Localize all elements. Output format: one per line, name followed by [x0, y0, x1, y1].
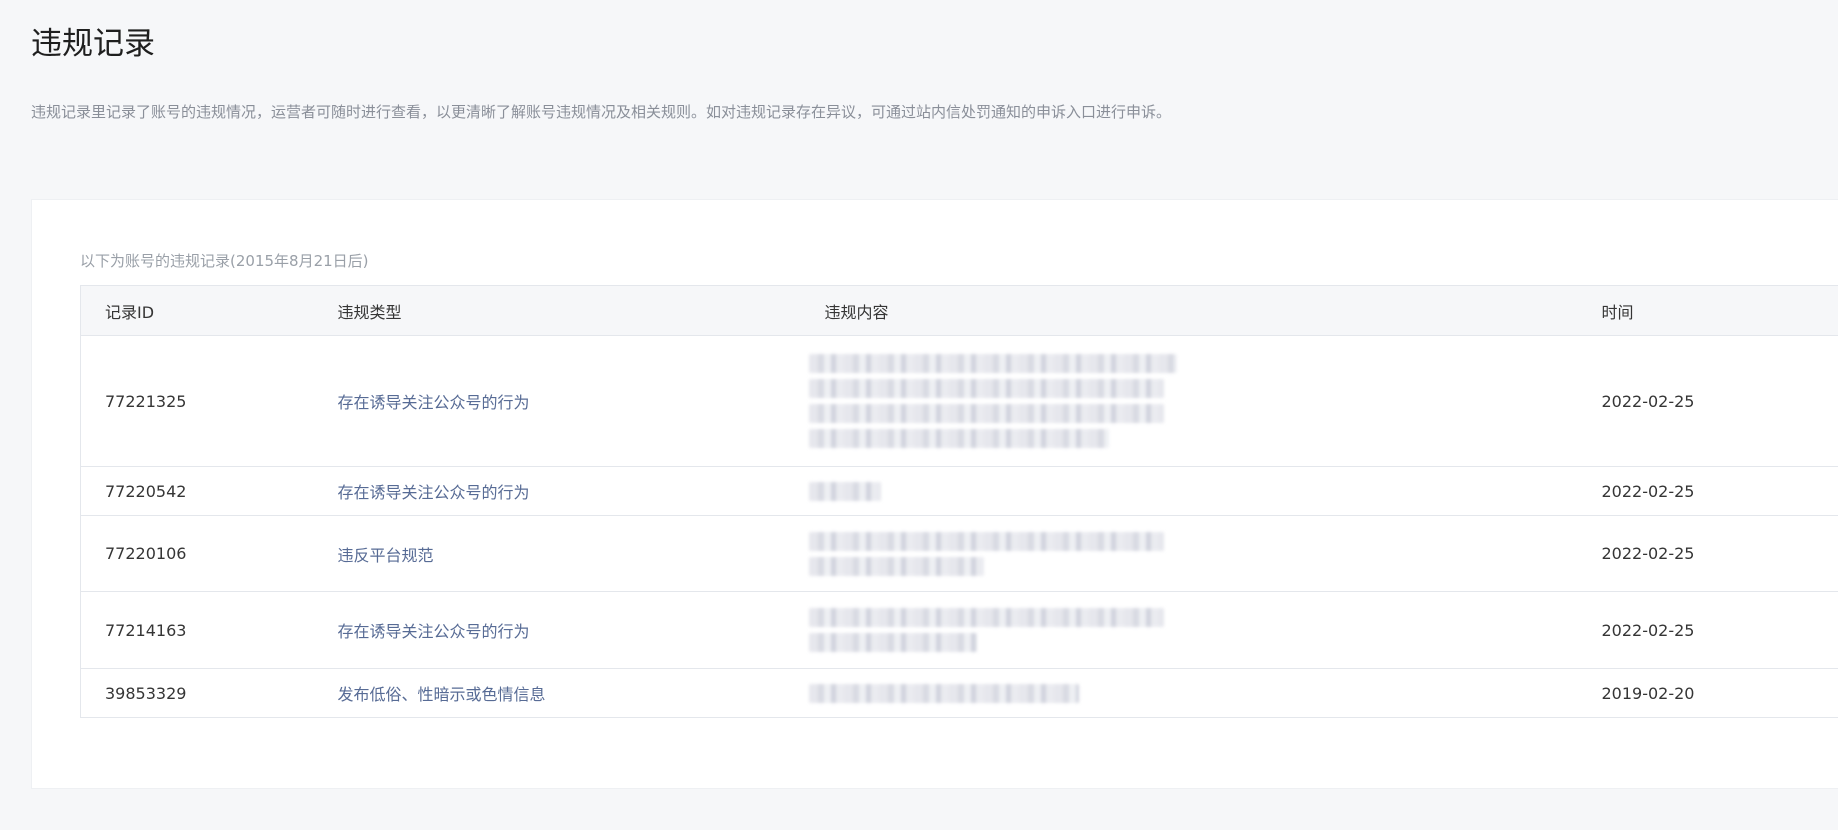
column-header-time: 时间	[1577, 285, 1838, 336]
violation-records-page: 违规记录 违规记录里记录了账号的违规情况，运营者可随时进行查看，以更清晰了解账号…	[0, 0, 1838, 830]
page-title: 违规记录	[31, 26, 155, 62]
record-id: 39853329	[80, 668, 314, 718]
record-time: 2022-02-25	[1577, 466, 1838, 516]
records-card: 以下为账号的违规记录(2015年8月21日后) 记录ID 违规类型 违规内容 时…	[31, 199, 1838, 789]
violation-type: 违反平台规范	[313, 515, 801, 592]
violation-type: 存在诱导关注公众号的行为	[313, 335, 801, 467]
table-row: 39853329 发布低俗、性暗示或色情信息 2019-02-20	[80, 668, 1838, 718]
record-id: 77214163	[80, 591, 314, 669]
table-row: 77220106 违反平台规范 2022-02-25	[80, 515, 1838, 592]
record-id: 77220106	[80, 515, 314, 592]
violation-type: 存在诱导关注公众号的行为	[313, 466, 801, 516]
record-time: 2019-02-20	[1577, 668, 1838, 718]
violation-content-redacted	[800, 466, 1578, 516]
record-id: 77221325	[80, 335, 314, 467]
table-row: 77214163 存在诱导关注公众号的行为 2022-02-25	[80, 591, 1838, 669]
record-time: 2022-02-25	[1577, 335, 1838, 467]
column-header-id: 记录ID	[80, 285, 314, 336]
record-time: 2022-02-25	[1577, 515, 1838, 592]
table-header-row: 记录ID 违规类型 违规内容 时间	[80, 285, 1838, 336]
violation-content-redacted	[800, 515, 1578, 592]
table-row: 77220542 存在诱导关注公众号的行为 2022-02-25	[80, 466, 1838, 516]
table-row: 77221325 存在诱导关注公众号的行为 2022-02-25	[80, 335, 1838, 467]
violation-type: 发布低俗、性暗示或色情信息	[313, 668, 801, 718]
violation-type: 存在诱导关注公众号的行为	[313, 591, 801, 669]
table-caption: 以下为账号的违规记录(2015年8月21日后)	[80, 252, 369, 270]
record-time: 2022-02-25	[1577, 591, 1838, 669]
violation-content-redacted	[800, 591, 1578, 669]
violation-content-redacted	[800, 335, 1578, 467]
column-header-type: 违规类型	[313, 285, 801, 336]
column-header-content: 违规内容	[800, 285, 1578, 336]
violation-content-redacted	[800, 668, 1578, 718]
page-description: 违规记录里记录了账号的违规情况，运营者可随时进行查看，以更清晰了解账号违规情况及…	[31, 103, 1172, 121]
record-id: 77220542	[80, 466, 314, 516]
violation-table: 记录ID 违规类型 违规内容 时间 77221325 存在诱导关注公众号的行为	[80, 285, 1838, 718]
